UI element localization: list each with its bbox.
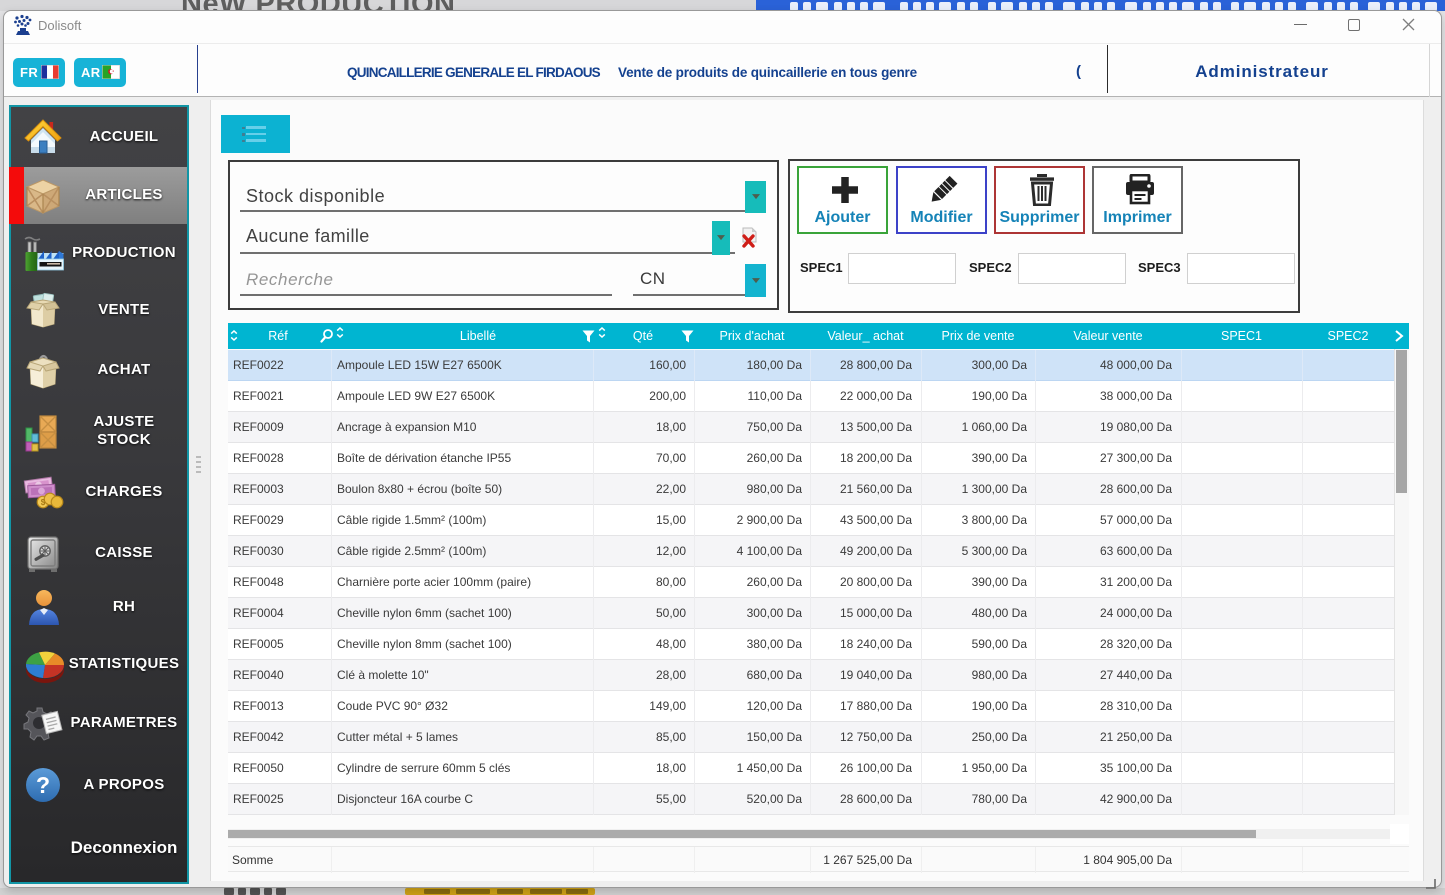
svg-text:?: ? xyxy=(36,772,50,798)
svg-text:$: $ xyxy=(41,498,46,507)
